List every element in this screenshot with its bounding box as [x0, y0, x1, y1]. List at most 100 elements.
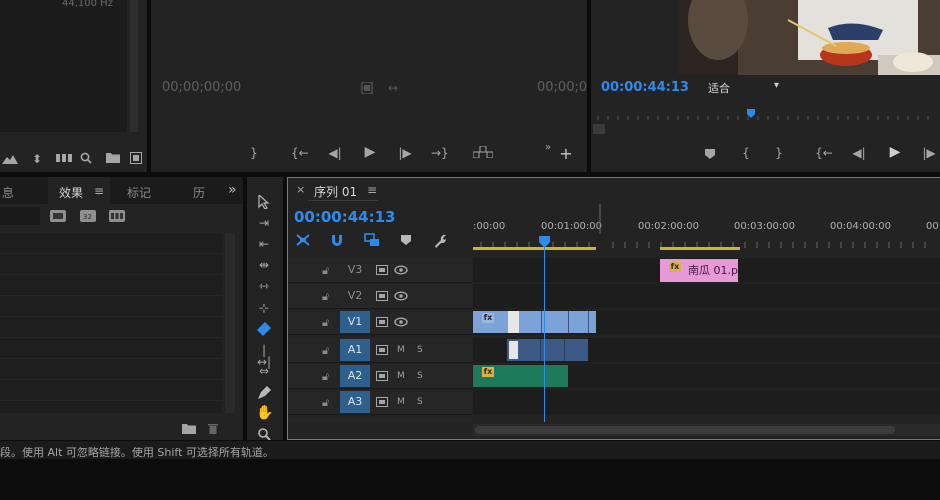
list-item[interactable] — [0, 275, 222, 296]
rate-stretch-tool-icon[interactable]: ⇿ — [255, 280, 273, 292]
add-marker-timeline-icon[interactable] — [400, 234, 412, 246]
program-timecode[interactable]: 00:00:44:13 — [601, 80, 689, 95]
search-icon[interactable] — [80, 152, 92, 164]
fit-dropdown[interactable]: 适合 ▾ — [708, 80, 788, 96]
work-area-bar-2[interactable] — [660, 247, 740, 250]
more-controls-icon[interactable]: » — [543, 142, 553, 154]
mark-out-icon-program[interactable]: } — [774, 147, 784, 159]
freeform-view-icon[interactable] — [56, 153, 72, 163]
toggle-sync-icon[interactable] — [376, 345, 388, 355]
nest-toggle-icon[interactable] — [295, 233, 311, 247]
wrench-icon[interactable] — [432, 232, 448, 248]
title-clip[interactable]: fx 南瓜 01.p — [660, 259, 738, 282]
solo-button[interactable]: S — [417, 345, 423, 355]
list-item[interactable] — [0, 338, 222, 359]
program-zoom-scrollbar[interactable] — [593, 124, 605, 134]
tab-info[interactable]: 息 — [2, 184, 14, 201]
timeline-timecode[interactable]: 00:00:44:13 — [294, 208, 396, 226]
tab-history[interactable]: 历 — [193, 184, 205, 201]
video-clip-v1[interactable]: fx — [473, 311, 596, 333]
mark-out-icon[interactable]: } — [249, 147, 259, 159]
lock-icon[interactable]: 🔓︎ — [322, 396, 329, 410]
lock-icon[interactable]: 🔓︎ — [322, 370, 329, 384]
track-name-a2[interactable]: A2 — [340, 365, 370, 387]
eye-icon[interactable] — [394, 265, 408, 275]
new-bin-icon-effects[interactable] — [182, 423, 196, 434]
effects-search-input[interactable] — [0, 207, 40, 225]
snap-icon[interactable] — [329, 233, 345, 247]
playhead-handle[interactable] — [539, 236, 550, 251]
list-item[interactable] — [0, 254, 222, 275]
lock-icon[interactable]: 🔓︎ — [322, 344, 329, 358]
toggle-sync-icon[interactable] — [376, 371, 388, 381]
go-to-in-icon-program[interactable]: {← — [815, 147, 833, 159]
scrollbar-thumb[interactable] — [475, 426, 895, 434]
new-bin-icon[interactable] — [106, 152, 120, 163]
selection-tool-icon[interactable] — [257, 195, 271, 209]
mute-button[interactable]: M — [397, 345, 405, 355]
pen-tool-icon[interactable] — [256, 386, 272, 400]
tab-menu-icon[interactable]: ≡ — [94, 184, 104, 198]
yuv-effects-icon[interactable] — [109, 210, 125, 222]
playhead-line[interactable] — [544, 236, 545, 422]
list-item[interactable] — [0, 233, 222, 254]
track-name-a1[interactable]: A1 — [340, 339, 370, 361]
go-to-in-icon[interactable]: {← — [291, 147, 309, 159]
solo-button[interactable]: S — [417, 371, 423, 381]
effects-scrollbar[interactable] — [225, 233, 235, 413]
trash-icon[interactable] — [207, 422, 219, 434]
timeline-tab-label[interactable]: 序列 01 — [314, 183, 357, 200]
button-editor-icon[interactable]: + — [559, 146, 573, 162]
add-marker-icon[interactable] — [704, 148, 716, 160]
step-back-icon[interactable]: ◀| — [327, 147, 343, 159]
zoom-tool-icon[interactable] — [257, 427, 271, 440]
mute-button[interactable]: M — [397, 371, 405, 381]
linked-selection-icon[interactable] — [364, 233, 380, 247]
program-ruler[interactable] — [593, 106, 940, 120]
play-icon[interactable]: ▶ — [363, 145, 377, 159]
rolling-edit-tool-icon[interactable]: ⇹ — [255, 259, 273, 271]
razor-active-tool-icon[interactable] — [255, 322, 273, 336]
play-icon-program[interactable]: ▶ — [888, 145, 902, 159]
track-name-a3[interactable]: A3 — [340, 391, 370, 413]
mute-button[interactable]: M — [397, 397, 405, 407]
toggle-sync-icon[interactable] — [376, 397, 388, 407]
slide-tool-icon[interactable]: ⇔ — [255, 365, 273, 377]
track-name-v2[interactable]: V2 — [340, 285, 370, 307]
accelerated-effects-icon[interactable] — [50, 210, 66, 222]
toggle-sync-icon[interactable] — [376, 291, 388, 301]
track-name-v1[interactable]: V1 — [340, 311, 370, 333]
32bit-effects-icon[interactable]: 32 — [80, 210, 96, 222]
list-item[interactable] — [0, 359, 222, 380]
tab-effects[interactable]: 效果 ≡ — [48, 177, 110, 204]
razor-tool-icon[interactable]: ⊹ — [255, 302, 273, 314]
project-list[interactable] — [0, 0, 127, 132]
list-item[interactable] — [0, 380, 222, 401]
project-scrollbar[interactable] — [130, 0, 138, 132]
step-forward-icon[interactable]: |▶ — [397, 147, 413, 159]
toggle-sync-icon[interactable] — [376, 317, 388, 327]
eye-icon[interactable] — [394, 291, 408, 301]
step-back-icon-program[interactable]: ◀| — [851, 147, 867, 159]
tab-markers[interactable]: 标记 — [127, 184, 151, 201]
hand-tool-icon[interactable]: ✋ — [256, 406, 273, 420]
ripple-edit-tool-icon[interactable]: ⇤ — [255, 238, 273, 250]
insert-icon[interactable] — [473, 146, 493, 158]
timeline-tab-close[interactable]: × — [296, 183, 305, 196]
toggle-sync-icon[interactable] — [376, 265, 388, 275]
lock-icon[interactable]: 🔓︎ — [322, 264, 329, 278]
track-name-v3[interactable]: V3 — [340, 259, 370, 281]
solo-button[interactable]: S — [417, 397, 423, 407]
timeline-tab-menu[interactable]: ≡ — [367, 183, 377, 197]
new-item-icon[interactable] — [130, 152, 142, 164]
eye-icon[interactable] — [394, 317, 408, 327]
lock-icon[interactable]: 🔓︎ — [322, 290, 329, 304]
zoom-mountain-icon[interactable] — [2, 154, 18, 164]
list-item[interactable] — [0, 317, 222, 338]
effects-list[interactable] — [0, 233, 222, 413]
sort-icon[interactable]: ⬍ — [32, 153, 42, 165]
source-timecode-right[interactable]: 00;00;0 — [537, 80, 587, 95]
step-forward-icon-program[interactable]: |▶ — [921, 147, 937, 159]
go-to-out-icon[interactable]: →} — [431, 147, 449, 159]
tab-more[interactable]: » — [228, 182, 237, 198]
